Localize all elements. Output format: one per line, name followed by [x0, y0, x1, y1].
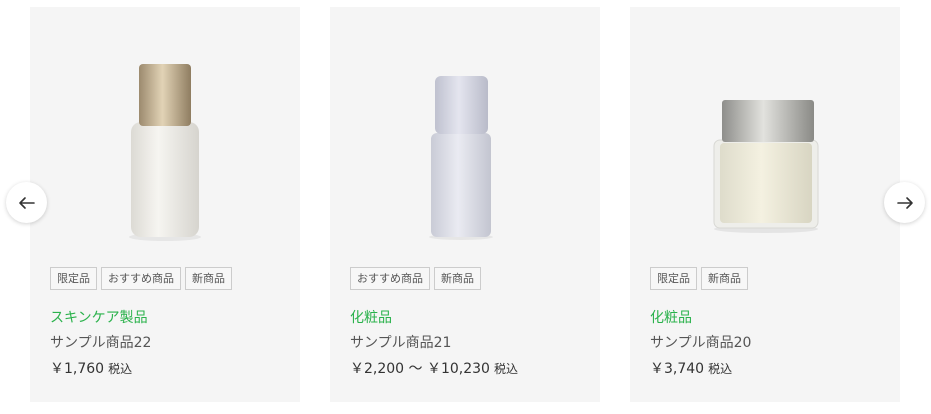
product-card[interactable]: 限定品 おすすめ商品 新商品 スキンケア製品 サンプル商品22 ￥1,760 税込: [30, 7, 300, 402]
bottle-image: [129, 64, 201, 241]
product-name[interactable]: サンプル商品21: [350, 332, 451, 352]
product-carousel: 限定品 おすすめ商品 新商品 スキンケア製品 サンプル商品22 ￥1,760 税込: [0, 0, 931, 414]
product-category[interactable]: スキンケア製品: [50, 307, 148, 327]
product-card[interactable]: おすすめ商品 新商品 化粧品 サンプル商品21 ￥2,200 〜 ￥10,230…: [330, 7, 600, 402]
product-image[interactable]: [330, 7, 600, 257]
arrow-left-icon: [18, 196, 35, 209]
tag-new: 新商品: [185, 267, 232, 290]
tax-label: 税込: [708, 362, 733, 376]
product-category[interactable]: 化粧品: [650, 307, 692, 327]
product-price: ￥2,200 〜 ￥10,230 税込: [350, 358, 518, 378]
tag-list: おすすめ商品 新商品: [350, 267, 481, 290]
product-price: ￥3,740 税込: [650, 358, 732, 378]
tag-new: 新商品: [434, 267, 481, 290]
carousel-prev-button[interactable]: [6, 182, 47, 223]
product-price: ￥1,760 税込: [50, 358, 132, 378]
tag-list: 限定品 新商品: [650, 267, 748, 290]
carousel-next-button[interactable]: [884, 182, 925, 223]
product-card[interactable]: 限定品 新商品 化粧品 サンプル商品20 ￥3,740 税込: [630, 7, 900, 402]
tag-limited: 限定品: [50, 267, 97, 290]
tag-recommended: おすすめ商品: [350, 267, 430, 290]
product-name[interactable]: サンプル商品22: [50, 332, 151, 352]
price-value: ￥1,760: [50, 361, 105, 377]
arrow-right-icon: [896, 196, 913, 209]
tag-new: 新商品: [701, 267, 748, 290]
product-category[interactable]: 化粧品: [350, 307, 392, 327]
jar-image: [713, 100, 819, 233]
price-value: ￥3,740: [650, 361, 705, 377]
tag-limited: 限定品: [650, 267, 697, 290]
product-name[interactable]: サンプル商品20: [650, 332, 751, 352]
bottle-image: [429, 76, 493, 240]
price-value: ￥2,200 〜 ￥10,230: [350, 361, 490, 377]
tax-label: 税込: [493, 362, 518, 376]
product-image[interactable]: [630, 7, 900, 257]
tax-label: 税込: [108, 362, 133, 376]
tag-recommended: おすすめ商品: [101, 267, 181, 290]
product-image[interactable]: [30, 7, 300, 257]
tag-list: 限定品 おすすめ商品 新商品: [50, 267, 232, 290]
